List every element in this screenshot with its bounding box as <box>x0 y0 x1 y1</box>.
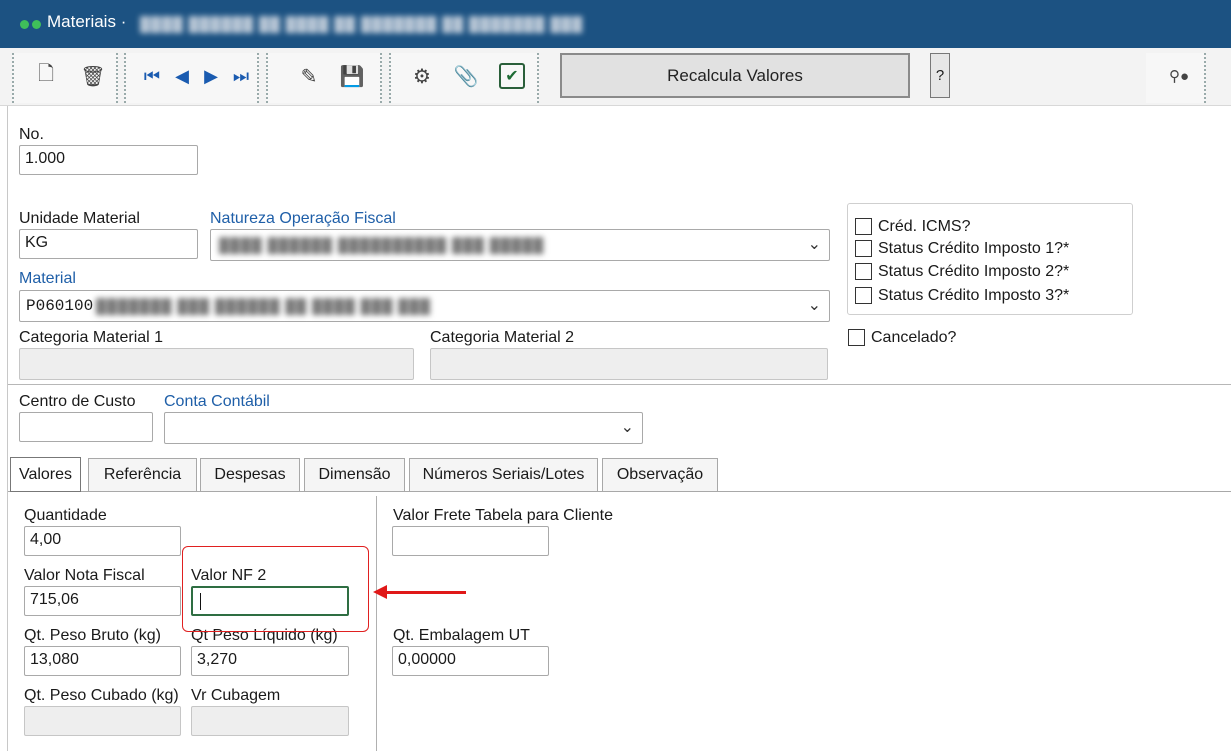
cred-icms-label: Créd. ICMS? <box>878 218 971 235</box>
chevron-down-icon: ⌄ <box>807 297 821 314</box>
window-title-blurred: ████ ██████ ██ ████ ██ ███████ ██ ██████… <box>140 16 584 32</box>
section-divider <box>8 384 1231 385</box>
first-record-icon[interactable]: ⏮ <box>137 58 167 94</box>
next-record-icon[interactable]: ▶ <box>196 58 226 94</box>
cancelado-checkbox[interactable] <box>848 329 865 346</box>
material-blurred-description: ███████ ███ ██████ ██ ████ ███ ███ <box>96 298 432 314</box>
embalagem-ut-label: Qt. Embalagem UT <box>393 627 530 644</box>
natureza-operacao-select[interactable]: ████ ██████ ██████████ ███ █████ ⌄ <box>210 229 830 261</box>
quantidade-input[interactable]: 4,00 <box>24 526 181 556</box>
tab-valores[interactable]: Valores <box>10 457 81 492</box>
unidade-material-label: Unidade Material <box>19 210 140 227</box>
tab-strip-line <box>8 491 1231 492</box>
peso-cubado-label: Qt. Peso Cubado (kg) <box>24 687 179 704</box>
valor-frete-tabela-input[interactable] <box>392 526 549 556</box>
material-label[interactable]: Material <box>19 270 76 288</box>
status-credito-3-checkbox[interactable] <box>855 287 872 304</box>
peso-cubado-input <box>24 706 181 736</box>
window-title: Materiais · <box>47 12 127 31</box>
valor-nota-fiscal-label: Valor Nota Fiscal <box>24 567 145 584</box>
valor-frete-tabela-label: Valor Frete Tabela para Cliente <box>393 507 613 524</box>
no-label: No. <box>19 126 44 143</box>
peso-bruto-label: Qt. Peso Bruto (kg) <box>24 627 161 644</box>
undo-edit-icon[interactable]: ✎ <box>294 58 324 94</box>
categoria-material-2-input <box>430 348 828 380</box>
tab-dimensao[interactable]: Dimensão <box>304 458 405 491</box>
column-divider <box>376 496 377 751</box>
status-credito-1-checkbox[interactable] <box>855 240 872 257</box>
tab-observacao[interactable]: Observação <box>602 458 718 491</box>
save-icon[interactable]: 💾 <box>337 58 367 94</box>
tab-referencia[interactable]: Referência <box>88 458 197 491</box>
help-button[interactable]: ? <box>930 53 950 98</box>
categoria-material-1-label: Categoria Material 1 <box>19 329 164 346</box>
centro-custo-input[interactable] <box>19 412 153 442</box>
material-value: P060100 <box>26 297 94 315</box>
categoria-material-1-input <box>19 348 414 380</box>
status-credito-2-checkbox[interactable] <box>855 263 872 280</box>
material-select[interactable]: P060100 ███████ ███ ██████ ██ ████ ███ █… <box>19 290 830 322</box>
highlight-arrow-shaft <box>384 591 466 594</box>
search-zoom-icon[interactable]: ⚲● <box>1164 58 1194 94</box>
highlight-box <box>182 546 369 632</box>
status-credito-1-label: Status Crédito Imposto 1?* <box>878 240 1070 257</box>
vr-cubagem-label: Vr Cubagem <box>191 687 281 704</box>
chevron-down-icon: ⌄ <box>620 419 634 436</box>
status-credito-2-label: Status Crédito Imposto 2?* <box>878 263 1070 280</box>
centro-custo-label: Centro de Custo <box>19 393 136 410</box>
vr-cubagem-input <box>191 706 349 736</box>
quantidade-label: Quantidade <box>24 507 107 524</box>
window-dot-icon <box>32 20 41 29</box>
valor-nota-fiscal-input[interactable]: 715,06 <box>24 586 181 616</box>
peso-liquido-input[interactable]: 3,270 <box>191 646 349 676</box>
attachment-clip-icon[interactable]: 📎 <box>451 58 481 94</box>
peso-bruto-input[interactable]: 13,080 <box>24 646 181 676</box>
cred-icms-checkbox[interactable] <box>855 218 872 235</box>
tab-numeros-seriais[interactable]: Números Seriais/Lotes <box>409 458 598 491</box>
delete-trash-icon[interactable]: 🗑 <box>78 58 108 94</box>
conta-contabil-label[interactable]: Conta Contábil <box>164 393 270 411</box>
settings-gear-icon[interactable]: ⚙ <box>407 58 437 94</box>
conta-contabil-select[interactable]: ⌄ <box>164 412 643 444</box>
natureza-blurred-value: ████ ██████ ██████████ ███ █████ <box>219 237 545 253</box>
chevron-down-icon: ⌄ <box>807 236 821 253</box>
tab-despesas[interactable]: Despesas <box>200 458 300 491</box>
categoria-material-2-label: Categoria Material 2 <box>430 329 575 346</box>
no-input[interactable]: 1.000 <box>19 145 198 175</box>
window-dot-icon <box>20 20 29 29</box>
status-credito-3-label: Status Crédito Imposto 3?* <box>878 287 1070 304</box>
natureza-operacao-label[interactable]: Natureza Operação Fiscal <box>210 210 396 228</box>
last-record-icon[interactable]: ⏭ <box>226 58 256 94</box>
cancelado-label: Cancelado? <box>871 329 957 346</box>
previous-record-icon[interactable]: ◀ <box>167 58 197 94</box>
new-document-icon[interactable]: 🗋 <box>31 58 61 94</box>
confirm-check-icon[interactable]: ✔ <box>497 58 527 94</box>
form-left-border <box>7 106 8 751</box>
recalcula-valores-button[interactable]: Recalcula Valores <box>560 53 910 98</box>
embalagem-ut-input[interactable]: 0,00000 <box>392 646 549 676</box>
unidade-material-input[interactable]: KG <box>19 229 198 259</box>
highlight-arrow-icon <box>373 585 387 599</box>
